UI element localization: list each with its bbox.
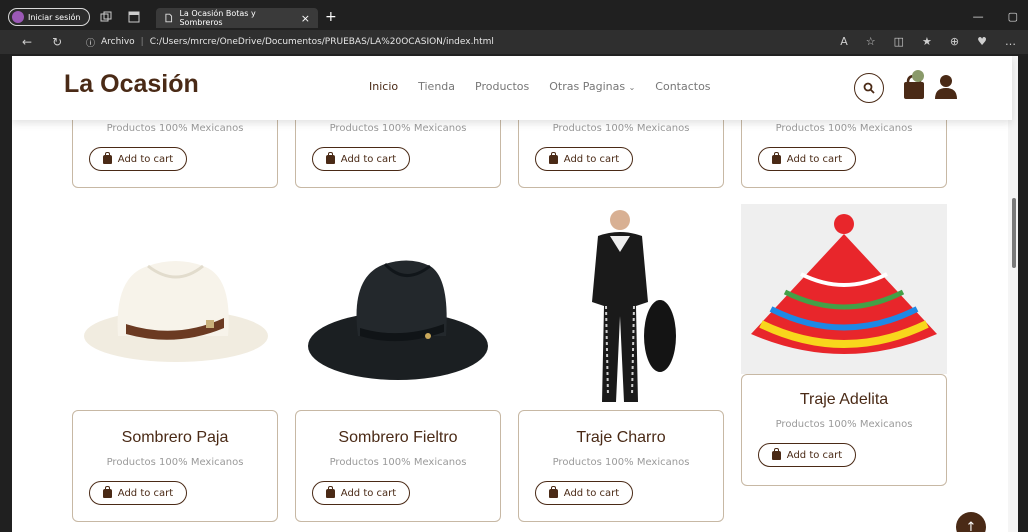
product-name[interactable]: Sombrero Paja <box>73 429 277 447</box>
adelita-dress-image[interactable] <box>741 204 947 374</box>
menu-item-inicio[interactable]: Inicio <box>369 80 398 93</box>
product-desc: Productos 100% Mexicanos <box>775 123 913 134</box>
scrollbar-thumb[interactable] <box>1012 198 1016 268</box>
cart-badge <box>912 70 924 82</box>
tab-actions-icon[interactable] <box>128 11 140 23</box>
collections-icon[interactable]: ⊕ <box>950 35 959 48</box>
menu-item-tienda[interactable]: Tienda <box>418 80 455 93</box>
address-bar: ← ↻ ⓘ Archivo | C:/Users/mrcre/OneDrive/… <box>0 30 1028 54</box>
new-tab-button[interactable]: + <box>325 9 337 25</box>
copilot-icon[interactable]: ♥ <box>977 35 987 48</box>
add-to-cart-button[interactable]: Add to cart <box>758 443 856 467</box>
site-logo[interactable]: La Ocasión <box>64 70 199 99</box>
window-controls: — ▢ <box>973 10 1018 23</box>
info-icon[interactable]: ⓘ <box>86 36 95 49</box>
more-icon[interactable]: … <box>1005 35 1016 48</box>
add-to-cart-label: Add to cart <box>117 487 174 499</box>
bag-icon <box>102 151 112 164</box>
add-to-cart-label: Add to cart <box>340 487 397 499</box>
product-desc: Productos 100% Mexicanos <box>106 457 244 468</box>
search-icon <box>863 82 875 94</box>
product-name[interactable]: Traje Adelita <box>742 391 946 409</box>
arrow-up-icon: ↑ <box>965 519 977 532</box>
add-to-cart-label: Add to cart <box>786 449 843 461</box>
split-screen-icon[interactable]: ◫ <box>894 35 904 48</box>
add-to-cart-button[interactable]: Add to cart <box>89 147 187 171</box>
menu-item-otras-paginas-label: Otras Paginas <box>549 80 626 93</box>
product-card: Sombrero Fieltro Productos 100% Mexicano… <box>295 410 501 522</box>
tab-title: La Ocasión Botas y Sombreros <box>179 9 256 27</box>
product-card: Traje Adelita Productos 100% Mexicanos A… <box>741 374 947 486</box>
page-icon <box>165 13 173 23</box>
nav-buttons: ← ↻ <box>22 35 62 49</box>
browser-tab[interactable]: La Ocasión Botas y Sombreros × <box>156 8 318 28</box>
chevron-down-icon: ⌄ <box>628 83 636 92</box>
product-card: Traje Charro Productos 100% Mexicanos Ad… <box>518 410 724 522</box>
menu-item-otras-paginas[interactable]: Otras Paginas ⌄ <box>549 80 635 93</box>
browser-titlebar: Iniciar sesión La Ocasión Botas y Sombre… <box>0 0 1028 30</box>
bag-icon <box>548 151 558 164</box>
product-desc: Productos 100% Mexicanos <box>329 123 467 134</box>
bag-icon <box>102 485 112 498</box>
minimize-icon[interactable]: — <box>973 10 984 23</box>
address-url[interactable]: C:/Users/mrcre/OneDrive/Documentos/PRUEB… <box>150 37 494 47</box>
product-desc: Productos 100% Mexicanos <box>106 123 244 134</box>
add-to-cart-label: Add to cart <box>117 153 174 165</box>
scroll-to-top-button[interactable]: ↑ <box>956 512 986 532</box>
add-to-cart-button[interactable]: Add to cart <box>758 147 856 171</box>
address-security-label: Archivo <box>101 37 135 47</box>
add-to-cart-label: Add to cart <box>563 153 620 165</box>
add-to-cart-button[interactable]: Add to cart <box>89 481 187 505</box>
address-separator: | <box>140 37 144 47</box>
add-to-cart-label: Add to cart <box>563 487 620 499</box>
profile-label: Iniciar sesión <box>28 12 81 22</box>
charro-suit-image[interactable] <box>568 206 676 406</box>
bag-icon <box>325 151 335 164</box>
profile-avatar <box>12 11 24 23</box>
workspaces-icon[interactable] <box>100 11 112 23</box>
url-field[interactable]: ⓘ Archivo | C:/Users/mrcre/OneDrive/Docu… <box>86 34 494 50</box>
product-desc: Productos 100% Mexicanos <box>552 123 690 134</box>
bag-icon <box>771 151 781 164</box>
product-name[interactable]: Sombrero Fieltro <box>296 429 500 447</box>
bag-icon <box>325 485 335 498</box>
add-to-cart-label: Add to cart <box>340 153 397 165</box>
product-desc: Productos 100% Mexicanos <box>552 457 690 468</box>
site-navbar: La Ocasión Inicio Tienda Productos Otras… <box>12 56 1012 120</box>
add-to-cart-button[interactable]: Add to cart <box>535 147 633 171</box>
main-menu: Inicio Tienda Productos Otras Paginas ⌄ … <box>369 80 711 93</box>
product-desc: Productos 100% Mexicanos <box>775 419 913 430</box>
page-viewport: Productos 100% Mexicanos Add to cart Pro… <box>12 56 1018 532</box>
page-scrollbar[interactable] <box>1008 56 1018 532</box>
add-to-cart-button[interactable]: Add to cart <box>535 481 633 505</box>
search-button[interactable] <box>854 73 884 103</box>
refresh-icon[interactable]: ↻ <box>52 35 62 49</box>
product-card: Sombrero Paja Productos 100% Mexicanos A… <box>72 410 278 522</box>
browser-toolbar: A ☆ ◫ ★ ⊕ ♥ … <box>840 35 1016 48</box>
read-aloud-icon[interactable]: A <box>840 35 848 48</box>
product-desc: Productos 100% Mexicanos <box>329 457 467 468</box>
menu-item-contactos[interactable]: Contactos <box>655 80 710 93</box>
favorites-icon[interactable]: ★ <box>922 35 932 48</box>
product-name[interactable]: Traje Charro <box>519 429 723 447</box>
add-to-cart-button[interactable]: Add to cart <box>312 481 410 505</box>
user-icon[interactable] <box>934 74 958 100</box>
add-to-cart-button[interactable]: Add to cart <box>312 147 410 171</box>
profile-button[interactable]: Iniciar sesión <box>8 8 90 26</box>
add-to-cart-label: Add to cart <box>786 153 843 165</box>
tab-close-icon[interactable]: × <box>301 12 310 25</box>
bag-icon <box>771 447 781 460</box>
straw-hat-image[interactable] <box>78 236 274 376</box>
menu-item-productos[interactable]: Productos <box>475 80 529 93</box>
favorite-icon[interactable]: ☆ <box>866 35 876 48</box>
back-icon[interactable]: ← <box>22 35 32 49</box>
felt-hat-image[interactable] <box>300 236 498 384</box>
restore-icon[interactable]: ▢ <box>1008 10 1018 23</box>
browser-sidebar-edge <box>1018 56 1028 532</box>
bag-icon <box>548 485 558 498</box>
